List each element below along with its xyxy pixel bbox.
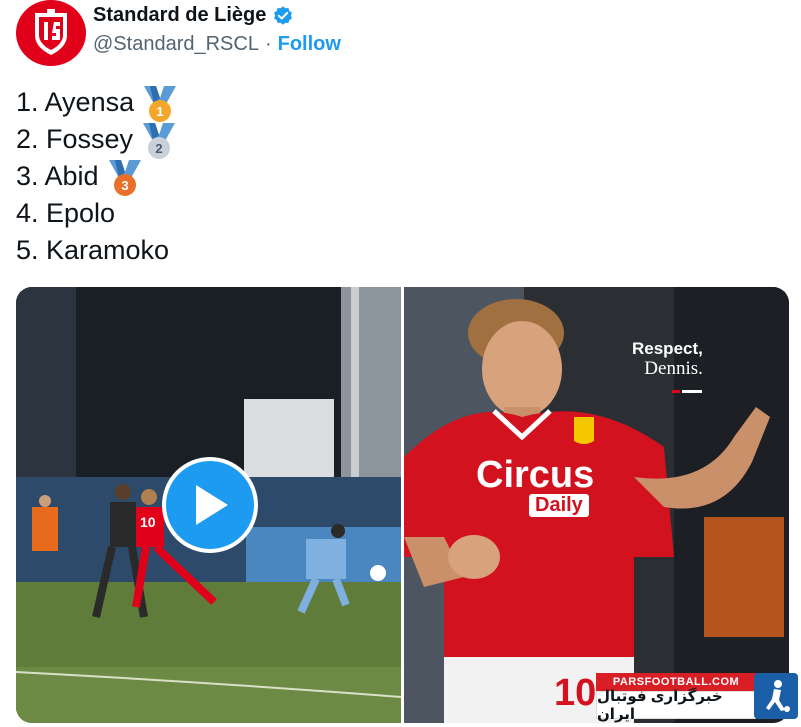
gold-medal-icon: 1 [144, 85, 177, 122]
rank-text: 4. Epolo [16, 198, 116, 228]
tweet-text: 1. Ayensa 1 2. Fossey 2 3. Abid 3 4. Epo… [16, 84, 178, 269]
player-photo[interactable]: Circus Daily 10 Respect, Dennis. [404, 287, 789, 723]
play-icon [196, 485, 228, 525]
list-item: 2. Fossey 2 [16, 121, 178, 159]
rank-text: 5. Karamoko [16, 235, 170, 265]
list-item: 4. Epolo [16, 195, 178, 232]
separator: · [264, 33, 272, 55]
list-item: 3. Abid 3 [16, 158, 178, 196]
tweet-media: 10 Circus Daily 10 Respect, Dennis. [16, 287, 789, 723]
avatar[interactable] [16, 0, 86, 66]
author-name[interactable]: Standard de Liège [93, 4, 266, 27]
medal-number: 1 [156, 104, 163, 119]
photo-overlay-text: Respect, Dennis. [632, 339, 703, 379]
parsfootball-watermark: PARSFOOTBALL.COM خبرگزاری فوتبال ایران [596, 673, 801, 727]
bronze-medal-icon: 3 [108, 159, 141, 196]
medal-number: 2 [155, 141, 162, 156]
medal-number: 3 [121, 178, 128, 193]
sponsor-badge: Daily [529, 494, 589, 517]
sponsor-line1: Circus [476, 454, 595, 496]
verified-badge-icon [274, 5, 293, 25]
play-button[interactable] [162, 457, 258, 553]
player-silhouette-icon [766, 680, 790, 712]
follow-button[interactable]: Follow [278, 33, 341, 56]
rank-text: 2. Fossey [16, 124, 134, 154]
jersey-number: 10 [140, 514, 156, 530]
parsfootball-logo-icon [754, 673, 798, 719]
list-item: 5. Karamoko [16, 232, 178, 269]
overlay-subtitle: Dennis. [644, 358, 703, 379]
tweet-author: Standard de Liège @Standard_RSCL · Follo… [93, 4, 341, 56]
standard-crest-icon [35, 9, 67, 55]
sponsor-logo: Circus [476, 454, 595, 496]
author-handle[interactable]: @Standard_RSCL [93, 33, 259, 56]
silver-medal-icon: 2 [143, 122, 176, 159]
jersey-number: 10 [554, 672, 597, 714]
player-image [404, 287, 789, 723]
video-thumbnail[interactable]: 10 [16, 287, 401, 723]
sponsor-line2: Daily [535, 494, 583, 516]
overlay-accent-bar [672, 390, 702, 393]
watermark-text: خبرگزاری فوتبال ایران [596, 688, 756, 723]
list-item: 1. Ayensa 1 [16, 84, 178, 122]
overlay-title: Respect, [632, 339, 703, 358]
rank-text: 1. Ayensa [16, 87, 135, 117]
rank-text: 3. Abid [16, 161, 99, 191]
